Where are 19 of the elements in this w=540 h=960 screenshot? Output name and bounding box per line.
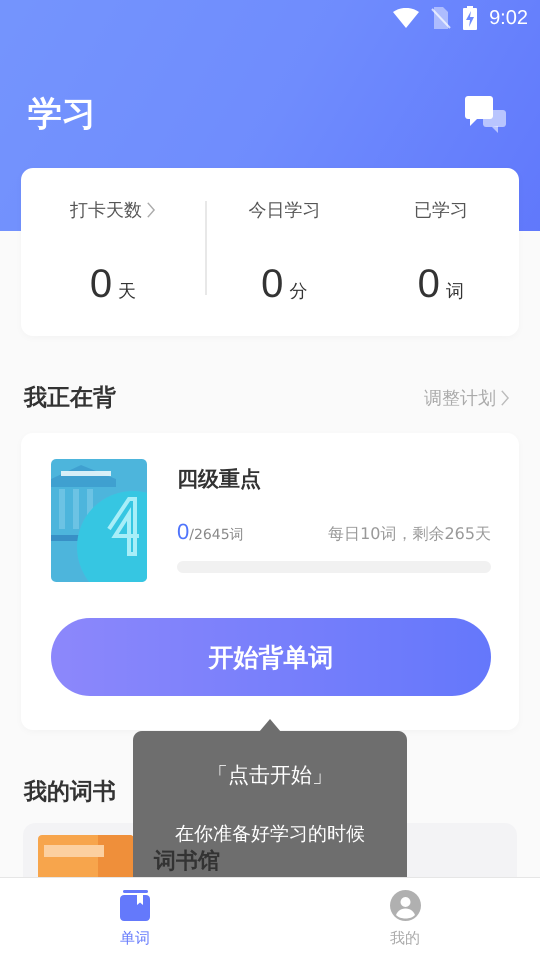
tooltip-text: 在你准备好学习的时候 bbox=[175, 822, 365, 847]
stat-unit: 词 bbox=[446, 280, 464, 302]
library-title: 词书馆 bbox=[154, 849, 220, 875]
status-time: 9:02 bbox=[489, 6, 528, 30]
page-title: 学习 bbox=[28, 93, 96, 136]
tooltip-title: 「点击开始」 bbox=[207, 762, 333, 789]
plan-text: 每日10词，剩余265天 bbox=[328, 524, 491, 545]
learned-count: 0 bbox=[177, 519, 190, 544]
stat-unit: 分 bbox=[289, 280, 308, 302]
total-words: /2645词 bbox=[189, 527, 244, 543]
stat-label: 今日学习 bbox=[248, 198, 320, 222]
stat-value: 0 bbox=[90, 262, 112, 306]
section-title: 我正在背 bbox=[24, 384, 116, 413]
stat-value: 0 bbox=[418, 262, 440, 306]
section-title: 我的词书 bbox=[24, 778, 116, 807]
book-title: 四级重点 bbox=[177, 466, 262, 493]
stat-label: 已学习 bbox=[414, 198, 468, 222]
stat-unit: 天 bbox=[118, 280, 136, 302]
stat-value: 0 bbox=[261, 262, 284, 306]
